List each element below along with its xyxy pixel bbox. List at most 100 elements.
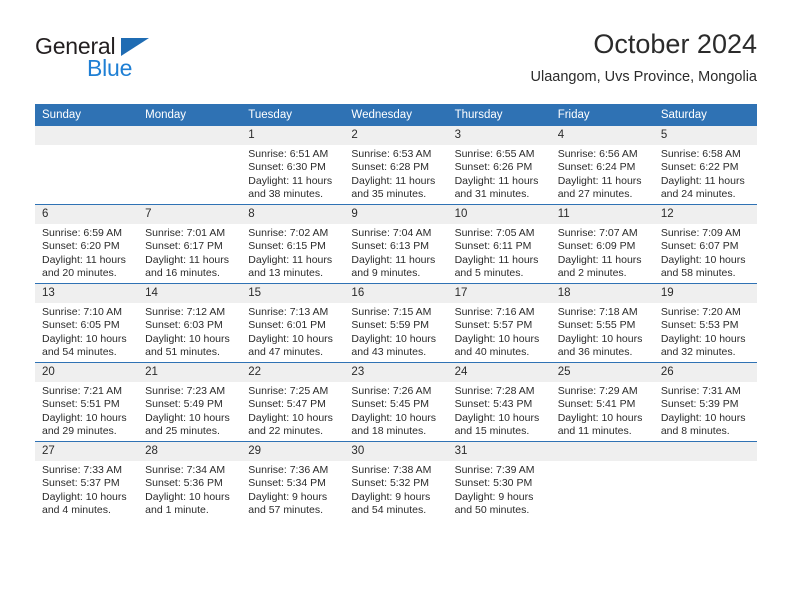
sunrise-text: Sunrise: 7:02 AM [248,227,329,239]
calendar-day-cell[interactable]: 16 Sunrise: 7:15 AM Sunset: 5:59 PM Dayligh… [344,283,448,363]
calendar-day-cell[interactable]: 10 Sunrise: 7:05 AM Sunset: 6:11 PM Dayligh… [447,204,551,284]
daylight-text-line1: Daylight: 11 hours [145,253,229,266]
sunrise-text: Sunrise: 7:18 AM [557,306,638,318]
sunset-text: Sunset: 6:11 PM [454,240,532,253]
weekday-header-monday: Monday [138,104,242,126]
calendar-day-cell[interactable]: 2 Sunrise: 6:53 AM Sunset: 6:28 PM Daylight… [344,126,448,205]
calendar-day-cell[interactable]: 5 Sunrise: 6:58 AM Sunset: 6:22 PM Daylight… [653,126,757,205]
calendar-day-cell[interactable]: 28 Sunrise: 7:34 AM Sunset: 5:36 PM Dayligh… [138,441,242,520]
calendar-day-cell[interactable]: 19 Sunrise: 7:20 AM Sunset: 5:53 PM Dayligh… [653,283,757,363]
calendar-grid: Sunday Monday Tuesday Wednesday Thursday… [35,104,757,520]
calendar-day-cell[interactable]: 17 Sunrise: 7:16 AM Sunset: 5:57 PM Dayligh… [447,283,551,363]
day-number: 5 [653,126,757,145]
day-details: Sunrise: 7:10 AM Sunset: 6:05 PM Daylight:… [35,303,138,359]
daylight-text-line2: and 24 minutes. [660,187,736,200]
day-number: 3 [447,126,551,145]
daylight-text-line1: Daylight: 10 hours [145,411,230,424]
calendar-week-row: 20 Sunrise: 7:21 AM Sunset: 5:51 PM Dayligh… [35,362,757,442]
daylight-text-line1: Daylight: 9 hours [248,490,328,503]
sunrise-text: Sunrise: 7:29 AM [557,385,638,397]
calendar-day-cell[interactable]: 1 Sunrise: 6:51 AM Sunset: 6:30 PM Daylight… [241,126,345,205]
calendar-day-cell[interactable]: 18 Sunrise: 7:18 AM Sunset: 5:55 PM Dayligh… [550,283,654,363]
daylight-text-line1: Daylight: 10 hours [454,332,540,345]
calendar-day-cell[interactable] [550,441,654,520]
day-details: Sunrise: 7:05 AM Sunset: 6:11 PM Daylight:… [448,224,551,280]
sunset-text: Sunset: 5:57 PM [454,319,533,332]
calendar-day-cell[interactable]: 14 Sunrise: 7:12 AM Sunset: 6:03 PM Dayligh… [138,283,242,363]
day-details: Sunrise: 7:13 AM Sunset: 6:01 PM Daylight:… [241,303,344,359]
day-details: Sunrise: 7:12 AM Sunset: 6:03 PM Daylight:… [138,303,241,359]
daylight-text-line2: and 9 minutes. [351,266,421,279]
calendar-day-cell[interactable]: 25 Sunrise: 7:29 AM Sunset: 5:41 PM Dayligh… [550,362,654,442]
general-blue-logo[interactable]: General Blue [35,33,215,85]
calendar-day-cell[interactable]: 30 Sunrise: 7:38 AM Sunset: 5:32 PM Dayligh… [344,441,448,520]
calendar-day-cell[interactable]: 27 Sunrise: 7:33 AM Sunset: 5:37 PM Dayligh… [35,441,139,520]
calendar-day-cell[interactable]: 11 Sunrise: 7:07 AM Sunset: 6:09 PM Dayligh… [550,204,654,284]
sunrise-text: Sunrise: 6:51 AM [248,148,329,160]
day-number: 25 [550,363,654,382]
page-header: General Blue October 2024 Ulaangom, Uvs … [0,0,792,98]
calendar-day-cell[interactable]: 6 Sunrise: 6:59 AM Sunset: 6:20 PM Daylight… [35,204,139,284]
calendar-day-cell[interactable]: 26 Sunrise: 7:31 AM Sunset: 5:39 PM Dayligh… [653,362,757,442]
calendar-day-cell[interactable]: 23 Sunrise: 7:26 AM Sunset: 5:45 PM Dayligh… [344,362,448,442]
calendar-day-cell[interactable]: 8 Sunrise: 7:02 AM Sunset: 6:15 PM Daylight… [241,204,345,284]
daylight-text-line1: Daylight: 11 hours [351,174,436,187]
sunset-text: Sunset: 5:37 PM [42,477,120,490]
sunset-text: Sunset: 5:30 PM [454,477,533,490]
sunrise-text: Sunrise: 7:13 AM [248,306,329,318]
calendar-day-cell[interactable]: 24 Sunrise: 7:28 AM Sunset: 5:43 PM Dayligh… [447,362,551,442]
day-number: 31 [447,442,551,461]
day-details: Sunrise: 7:02 AM Sunset: 6:15 PM Daylight:… [241,224,344,280]
sunset-text: Sunset: 6:22 PM [660,161,739,174]
calendar-day-cell[interactable]: 12 Sunrise: 7:09 AM Sunset: 6:07 PM Dayligh… [653,204,757,284]
calendar-day-cell[interactable]: 13 Sunrise: 7:10 AM Sunset: 6:05 PM Dayligh… [35,283,139,363]
daylight-text-line2: and 15 minutes. [454,424,530,437]
day-details: Sunrise: 7:20 AM Sunset: 5:53 PM Daylight:… [654,303,757,359]
daylight-text-line1: Daylight: 10 hours [557,332,643,345]
daylight-text-line2: and 38 minutes. [248,187,323,200]
calendar-day-cell[interactable]: 20 Sunrise: 7:21 AM Sunset: 5:51 PM Dayligh… [35,362,139,442]
sunrise-text: Sunrise: 6:55 AM [454,148,535,160]
day-details: Sunrise: 7:33 AM Sunset: 5:37 PM Daylight:… [35,461,138,517]
sunset-text: Sunset: 5:43 PM [454,398,533,411]
day-details: Sunrise: 6:59 AM Sunset: 6:20 PM Daylight:… [35,224,138,280]
sunrise-text: Sunrise: 6:53 AM [351,148,432,160]
calendar-day-cell[interactable]: 9 Sunrise: 7:04 AM Sunset: 6:13 PM Daylight… [344,204,448,284]
sunset-text: Sunset: 6:24 PM [557,161,636,174]
sunrise-text: Sunrise: 6:58 AM [660,148,741,160]
calendar-day-cell[interactable]: 31 Sunrise: 7:39 AM Sunset: 5:30 PM Dayligh… [447,441,551,520]
sunset-text: Sunset: 6:17 PM [145,240,223,253]
calendar-day-cell[interactable]: 15 Sunrise: 7:13 AM Sunset: 6:01 PM Dayligh… [241,283,345,363]
calendar-day-cell[interactable] [35,126,139,205]
day-details: Sunrise: 7:34 AM Sunset: 5:36 PM Daylight:… [138,461,241,517]
day-number: 22 [241,363,345,382]
calendar-day-cell[interactable]: 29 Sunrise: 7:36 AM Sunset: 5:34 PM Dayligh… [241,441,345,520]
day-number: 16 [344,284,448,303]
day-number: 8 [241,205,345,224]
daylight-text-line2: and 1 minute. [145,503,209,516]
day-number [550,442,654,461]
calendar-day-cell[interactable]: 22 Sunrise: 7:25 AM Sunset: 5:47 PM Dayligh… [241,362,345,442]
sunrise-text: Sunrise: 7:21 AM [42,385,122,397]
daylight-text-line1: Daylight: 10 hours [145,490,230,503]
day-number: 11 [550,205,654,224]
sunrise-text: Sunrise: 6:56 AM [557,148,638,160]
calendar-day-cell[interactable]: 7 Sunrise: 7:01 AM Sunset: 6:17 PM Daylight… [138,204,242,284]
calendar-page: General Blue October 2024 Ulaangom, Uvs … [0,0,792,612]
daylight-text-line1: Daylight: 10 hours [351,332,437,345]
daylight-text-line2: and 57 minutes. [248,503,323,516]
daylight-text-line2: and 11 minutes. [557,424,632,437]
calendar-day-cell[interactable] [138,126,242,205]
calendar-day-cell[interactable] [653,441,757,520]
daylight-text-line2: and 36 minutes. [557,345,633,358]
sunset-text: Sunset: 6:28 PM [351,161,430,174]
title-block: October 2024 Ulaangom, Uvs Province, Mon… [531,28,757,87]
day-number [35,126,139,145]
calendar-day-cell[interactable]: 4 Sunrise: 6:56 AM Sunset: 6:24 PM Daylight… [550,126,654,205]
calendar-day-cell[interactable]: 3 Sunrise: 6:55 AM Sunset: 6:26 PM Daylight… [447,126,551,205]
sunset-text: Sunset: 6:03 PM [145,319,223,332]
calendar-day-cell[interactable]: 21 Sunrise: 7:23 AM Sunset: 5:49 PM Dayligh… [138,362,242,442]
daylight-text-line2: and 20 minutes. [42,266,117,279]
triangle-icon [121,38,149,56]
sunset-text: Sunset: 5:51 PM [42,398,120,411]
